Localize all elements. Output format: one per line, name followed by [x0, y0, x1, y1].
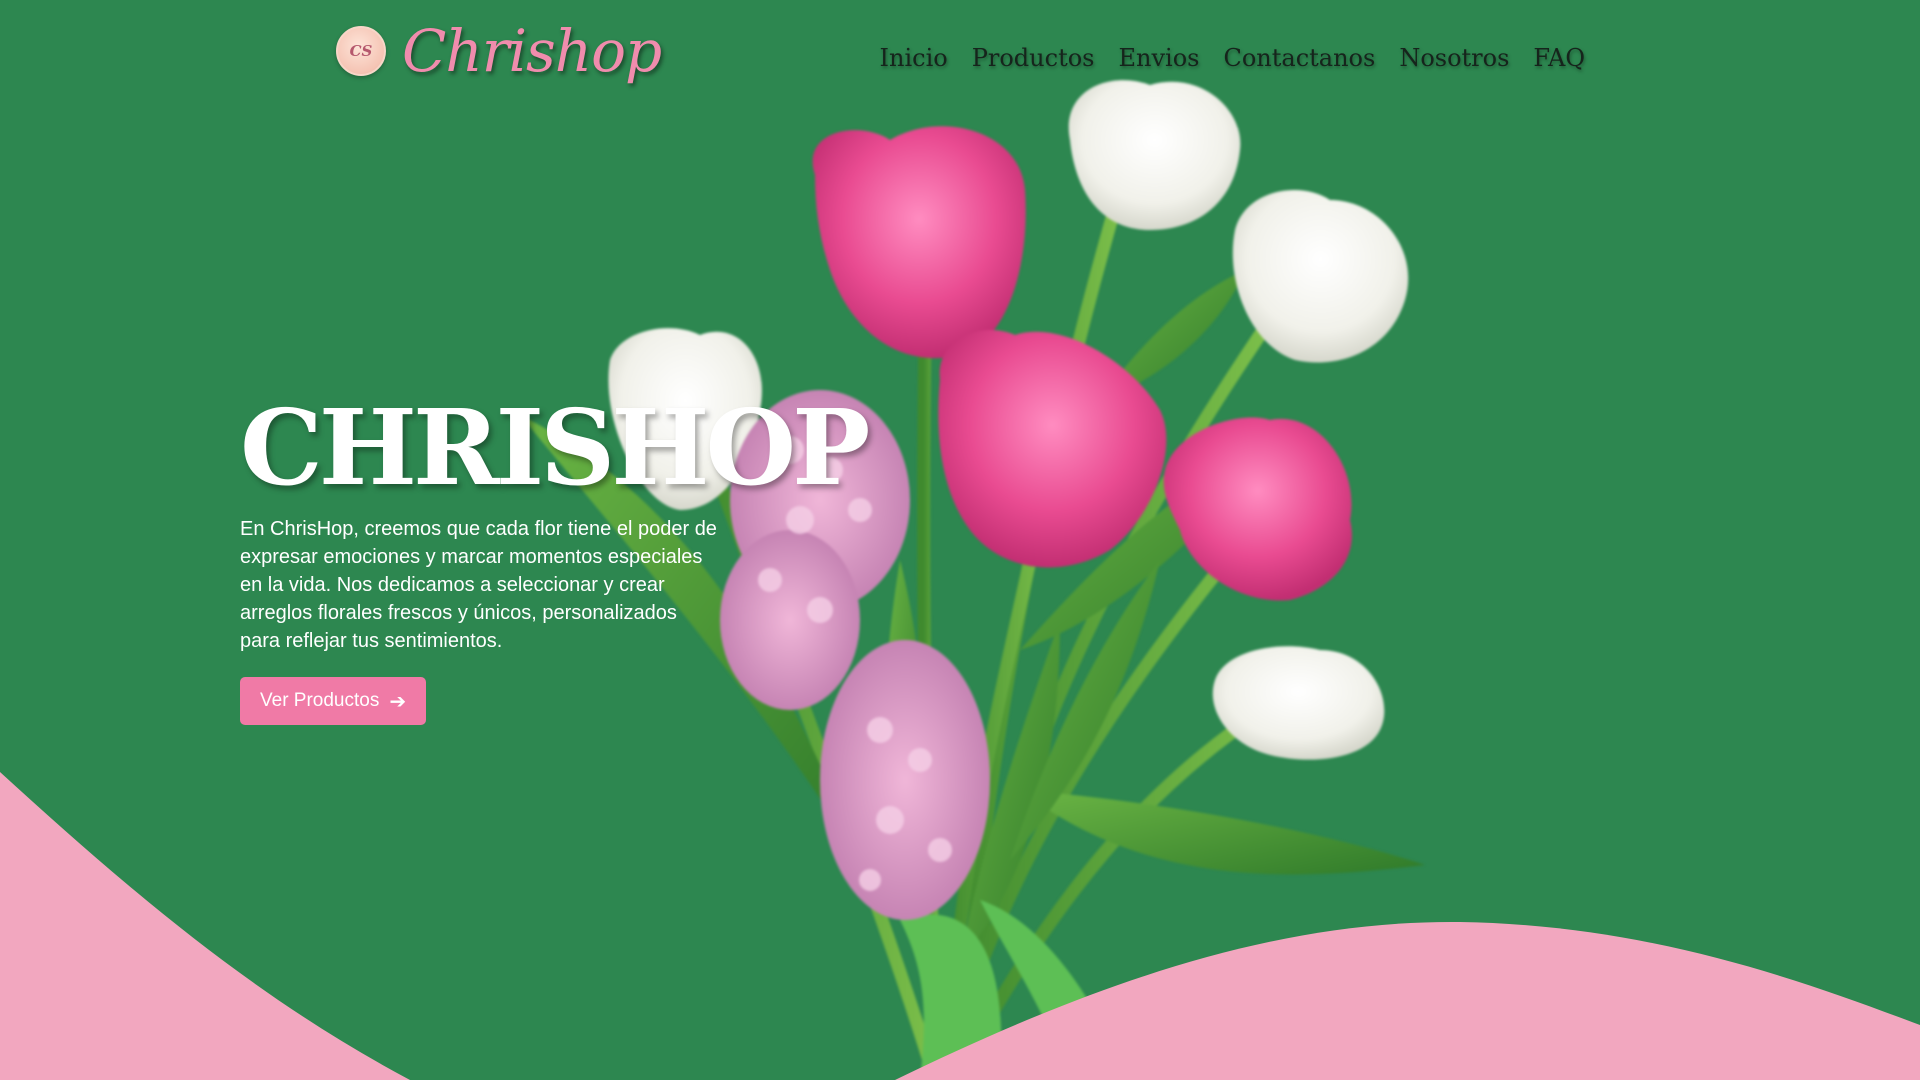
hero-title: CHRISHOP: [240, 386, 870, 509]
nav-link-nosotros[interactable]: Nosotros: [1399, 44, 1509, 72]
logo-monogram: CS: [349, 42, 373, 60]
brand-name: Chrishop: [402, 17, 662, 85]
main-nav: Inicio Productos Envios Contactanos Noso…: [880, 44, 1585, 72]
landing-page: CS Chrishop Inicio Productos Envios Cont…: [0, 0, 1920, 1080]
nav-link-faq[interactable]: FAQ: [1533, 44, 1585, 72]
nav-link-inicio[interactable]: Inicio: [880, 44, 948, 72]
cta-label: Ver Productos: [260, 690, 380, 712]
ver-productos-button[interactable]: Ver Productos ➔: [240, 677, 427, 726]
hero-description: En ChrisHop, creemos que cada flor tiene…: [240, 518, 717, 653]
logo-badge-icon: CS: [336, 26, 386, 76]
brand-logo-link[interactable]: CS Chrishop: [336, 17, 662, 85]
nav-link-productos[interactable]: Productos: [972, 44, 1095, 72]
site-header: CS Chrishop Inicio Productos Envios Cont…: [0, 0, 1920, 120]
hero-section: CHRISHOP En ChrisHop, creemos que cada f…: [240, 386, 870, 726]
arrow-right-icon: ➔: [389, 690, 407, 713]
nav-link-envios[interactable]: Envios: [1118, 44, 1199, 72]
nav-link-contactanos[interactable]: Contactanos: [1223, 44, 1375, 72]
